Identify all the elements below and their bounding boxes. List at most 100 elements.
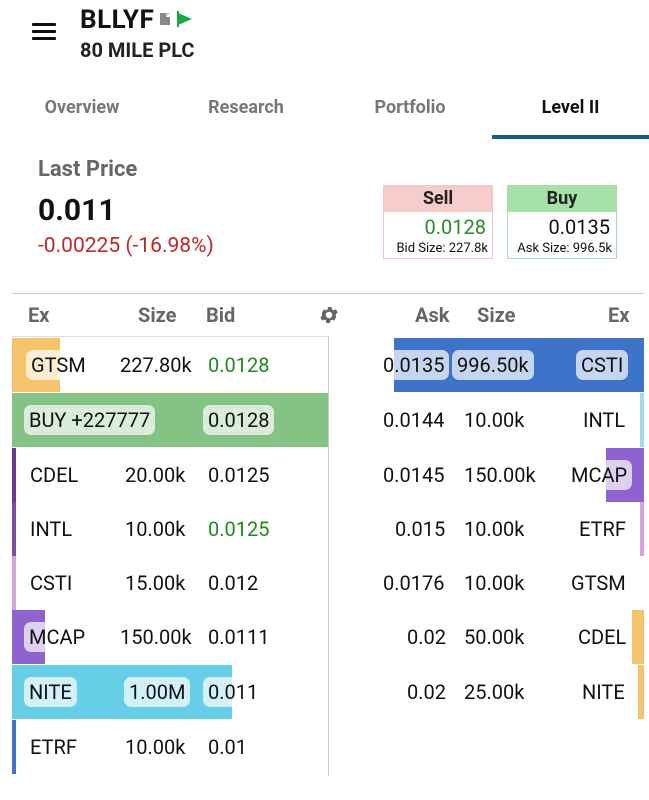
bid-row[interactable]: NITE 1.00M 0.011: [12, 665, 328, 719]
col-header-ask-ex: Ex: [608, 303, 630, 327]
buy-label: Buy: [508, 186, 616, 212]
bid-size: 20.00k: [125, 463, 186, 487]
tab-research[interactable]: Research: [164, 84, 328, 140]
ask-size: 996.50k: [452, 338, 534, 392]
ask-size: 10.00k: [464, 571, 525, 595]
ticker-symbol: BLLYF: [80, 5, 155, 35]
ask-size: Ask Size: 996.5k: [517, 241, 612, 256]
hamburger-menu-icon[interactable]: [32, 23, 56, 41]
bid-price: 0.0128: [208, 353, 270, 377]
tab-overview[interactable]: Overview: [0, 84, 164, 140]
ask-price: 0.0145: [383, 463, 445, 487]
ask-size: 25.00k: [464, 680, 525, 704]
ask-price: 0.0135: [378, 338, 450, 392]
ask-ex: CSTI: [576, 338, 629, 392]
col-header-ask-size: Size: [477, 303, 516, 327]
exchange-color-bar: [12, 448, 16, 502]
ask-price: 0.0144: [383, 408, 445, 432]
sell-price: 0.0128: [424, 215, 486, 239]
ask-ex: GTSM: [571, 571, 626, 595]
exchange-color-bar: [640, 393, 644, 447]
active-tab-indicator: [492, 135, 649, 139]
sell-quote-box[interactable]: Sell 0.0128 Bid Size: 227.8k: [383, 185, 493, 259]
bid-ex: ETRF: [30, 735, 77, 759]
bid-ex: CDEL: [30, 463, 79, 487]
section-divider: [12, 293, 644, 294]
ask-size: 50.00k: [464, 625, 525, 649]
bid-row[interactable]: CDEL 20.00k 0.0125: [12, 448, 328, 502]
ask-row[interactable]: 0.015 10.00k ETRF: [330, 502, 644, 556]
ask-row[interactable]: 0.0144 10.00k INTL: [330, 393, 644, 447]
sell-label: Sell: [384, 186, 492, 212]
bid-ex: INTL: [30, 517, 73, 541]
order-row[interactable]: BUY +227777 0.0128: [12, 393, 328, 447]
col-header-ask: Ask: [415, 303, 450, 327]
bid-header-line: [12, 336, 328, 337]
document-icon[interactable]: [160, 13, 170, 25]
col-header-ex: Ex: [28, 303, 50, 327]
bid-size: 227.80k: [120, 353, 192, 377]
ask-ex: INTL: [583, 408, 626, 432]
exchange-color-bar: [12, 720, 16, 774]
bid-size: 15.00k: [125, 571, 186, 595]
bid-row[interactable]: INTL 10.00k 0.0125: [12, 502, 328, 556]
company-name: 80 MILE PLC: [80, 38, 195, 62]
price-change: -0.00225 (-16.98%): [38, 234, 214, 258]
gear-icon[interactable]: [318, 304, 340, 326]
bid-price: 0.0111: [208, 625, 270, 649]
ask-size: 10.00k: [464, 517, 525, 541]
ask-ex: NITE: [582, 680, 625, 704]
ask-price: 0.02: [407, 625, 446, 649]
bid-row[interactable]: ETRF 10.00k 0.01: [12, 720, 328, 774]
buy-price: 0.0135: [548, 215, 610, 239]
ask-row[interactable]: 0.0135 996.50k CSTI: [330, 338, 644, 392]
exchange-color-bar: [632, 610, 644, 664]
ask-row[interactable]: 0.0145 150.00k MCAP: [330, 448, 644, 502]
bid-size: 150.00k: [120, 625, 192, 649]
ask-price: 0.015: [395, 517, 446, 541]
bid-ex: GTSM: [26, 338, 91, 392]
order-label: BUY +227777: [24, 393, 156, 447]
ask-price: 0.02: [407, 680, 446, 704]
bid-ex: MCAP: [24, 610, 91, 664]
ask-ex: MCAP: [566, 448, 633, 502]
app-header: BLLYF 80 MILE PLC: [0, 0, 649, 80]
bid-price: 0.01: [208, 735, 247, 759]
ask-row[interactable]: 0.02 25.00k NITE: [330, 665, 644, 719]
tab-level-ii[interactable]: Level II: [492, 84, 649, 140]
last-price-label: Last Price: [38, 157, 138, 182]
exchange-color-bar: [12, 556, 16, 610]
col-header-size: Size: [138, 303, 177, 327]
exchange-color-bar: [638, 665, 644, 719]
bid-size: 10.00k: [125, 735, 186, 759]
bid-price: 0.012: [208, 571, 259, 595]
bid-ex: NITE: [24, 665, 77, 719]
bid-size: 10.00k: [125, 517, 186, 541]
green-flag-icon[interactable]: [178, 13, 192, 25]
bid-size: Bid Size: 227.8k: [396, 241, 488, 256]
book-divider: [328, 336, 329, 776]
ask-size: 150.00k: [464, 463, 536, 487]
bid-price: 0.0125: [208, 463, 270, 487]
ask-row[interactable]: 0.0176 10.00k GTSM: [330, 556, 644, 610]
buy-quote-box[interactable]: Buy 0.0135 Ask Size: 996.5k: [507, 185, 617, 259]
exchange-color-bar: [640, 502, 644, 556]
ask-price: 0.0176: [383, 571, 445, 595]
bid-price: 0.011: [203, 665, 264, 719]
ask-ex: ETRF: [579, 517, 626, 541]
ask-size: 10.00k: [464, 408, 525, 432]
bid-row[interactable]: GTSM 227.80k 0.0128: [12, 338, 328, 392]
tab-portfolio[interactable]: Portfolio: [328, 84, 492, 140]
order-price: 0.0128: [203, 393, 275, 447]
last-price-value: 0.011: [38, 193, 116, 228]
bid-size: 1.00M: [124, 665, 191, 719]
bid-row[interactable]: MCAP 150.00k 0.0111: [12, 610, 328, 664]
col-header-bid: Bid: [206, 303, 236, 327]
bid-ex: CSTI: [30, 571, 73, 595]
exchange-color-bar: [12, 502, 16, 556]
ask-row[interactable]: 0.02 50.00k CDEL: [330, 610, 644, 664]
ask-ex: CDEL: [578, 625, 627, 649]
bid-price: 0.0125: [208, 517, 270, 541]
bid-row[interactable]: CSTI 15.00k 0.012: [12, 556, 328, 610]
tab-bar: Overview Research Portfolio Level II: [0, 84, 649, 140]
